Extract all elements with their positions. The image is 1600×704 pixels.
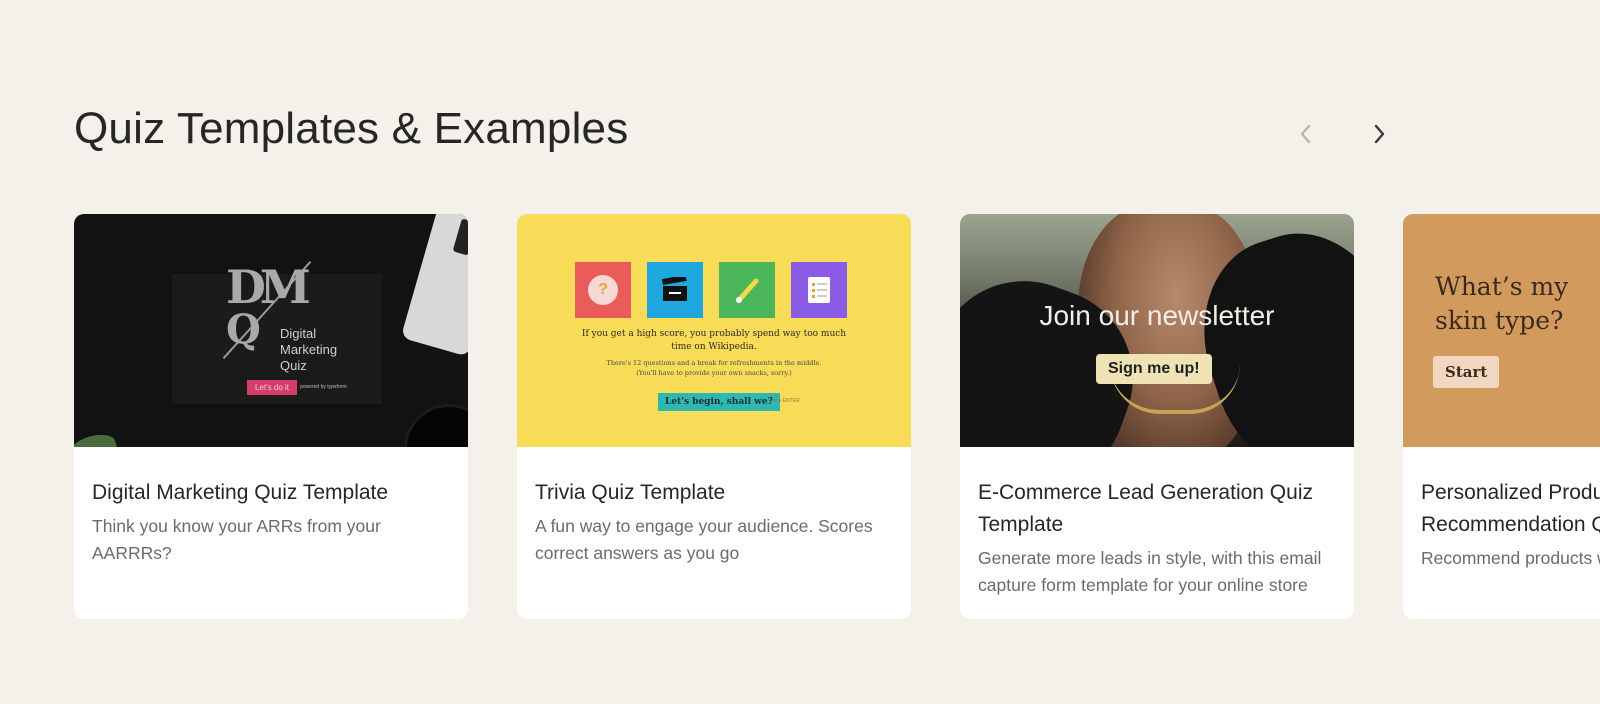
clapperboard-icon (647, 262, 703, 318)
checklist-icon (791, 262, 847, 318)
thumb-cta-button: Let's do it (247, 380, 297, 395)
thumb-heading-text: If you get a high score, you probably sp… (581, 329, 847, 352)
thumb-heading: If you get a high score, you probably sp… (517, 328, 911, 354)
template-card-ecommerce[interactable]: Join our newsletter Sign me up! E-Commer… (960, 214, 1354, 619)
thumb-subtext: There's 12 questions and a break for ref… (517, 358, 911, 378)
section-title: Quiz Templates & Examples (74, 104, 629, 153)
template-card-digital-marketing[interactable]: DM Q Digital Marketing Quiz Let's do it … (74, 214, 468, 619)
thumb-subtext-text: There's 12 questions and a break for ref… (606, 359, 822, 377)
logo-letters: DM (226, 260, 311, 314)
thumb-start-button: Let's begin, shall we? (658, 393, 780, 411)
card-description: Recommend products with an engaging quiz (1421, 548, 1600, 568)
card-body: E-Commerce Lead Generation Quiz Template… (960, 447, 1354, 599)
card-description: A fun way to engage your audience. Score… (535, 516, 873, 563)
chevron-left-icon (1300, 124, 1311, 144)
template-carousel: DM Q Digital Marketing Quiz Let's do it … (74, 214, 1600, 620)
logo-text: Digital Marketing Quiz (280, 326, 360, 374)
card-thumbnail: What’s my skin type? Start (1403, 214, 1600, 447)
template-card-product-recommendation[interactable]: What’s my skin type? Start Personalized … (1403, 214, 1600, 619)
thumb-brand: press ENTER (769, 398, 800, 404)
card-title: Digital Marketing Quiz Template (92, 481, 389, 504)
leaf-image (74, 430, 119, 447)
paintbrush-icon (719, 262, 775, 318)
carousel-track: DM Q Digital Marketing Quiz Let's do it … (74, 214, 1600, 619)
thumb-headline: Join our newsletter (1039, 300, 1275, 331)
card-title: E-Commerce Lead Generation Quiz Template (978, 481, 1313, 536)
thumb-question-text: What’s my skin type? (1435, 272, 1569, 335)
card-description: Think you know your ARRs from your AARRR… (92, 516, 381, 563)
logo-letter-q: Q (226, 306, 261, 353)
card-thumbnail: Join our newsletter Sign me up! (960, 214, 1354, 447)
carousel-prev-button[interactable] (1291, 120, 1319, 148)
thumb-brand: powered by typeform (300, 384, 347, 390)
coffee-mug-image (404, 404, 468, 447)
checklist-glyph (808, 277, 830, 303)
chevron-right-icon (1374, 124, 1385, 144)
card-description: Generate more leads in style, with this … (978, 548, 1322, 595)
card-title: Trivia Quiz Template (535, 481, 726, 504)
card-body: Personalized Product Recommendation Quiz… (1403, 447, 1600, 572)
paintbrush-glyph (736, 278, 759, 303)
carousel-next-button[interactable] (1366, 120, 1394, 148)
card-thumbnail: DM Q Digital Marketing Quiz Let's do it … (74, 214, 468, 447)
template-card-trivia[interactable]: ? If you get a high score, you probably … (517, 214, 911, 619)
thumb-question: What’s my skin type? (1435, 270, 1585, 338)
card-title: Personalized Product Recommendation Quiz (1421, 481, 1600, 536)
trivia-icon-row: ? (575, 262, 847, 318)
thumb-start-button: Start (1433, 356, 1500, 388)
clapperboard-glyph (661, 277, 687, 301)
question-mark: ? (588, 275, 618, 305)
card-body: Trivia Quiz Template A fun way to engage… (517, 447, 911, 567)
logo-text-value: Digital Marketing Quiz (280, 326, 338, 373)
question-icon: ? (575, 262, 631, 318)
card-body: Digital Marketing Quiz Template Think yo… (74, 447, 468, 567)
card-thumbnail: ? If you get a high score, you probably … (517, 214, 911, 447)
thumb-signup-button: Sign me up! (1096, 354, 1212, 384)
